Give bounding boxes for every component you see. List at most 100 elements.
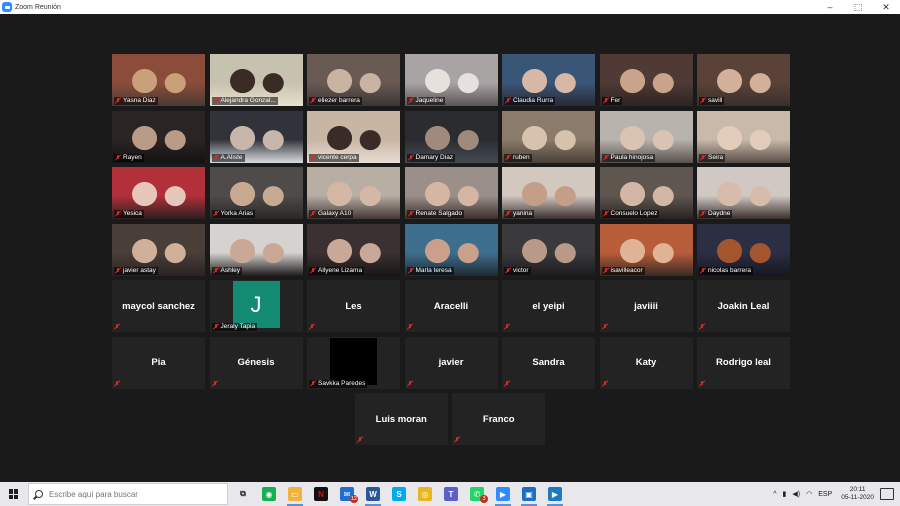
green-app-taskbar-button[interactable]: ◉ xyxy=(256,482,282,506)
participant-tile[interactable]: Sandra xyxy=(502,336,595,389)
close-button[interactable]: ✕ xyxy=(872,0,900,14)
tray-chevron-icon[interactable]: ^ xyxy=(773,491,776,498)
participant-tile[interactable]: Damary Diaz xyxy=(404,110,498,163)
participant-tile[interactable]: Renate Salgado xyxy=(404,167,498,219)
participant-tile[interactable]: Seira xyxy=(697,110,790,163)
participant-tile[interactable]: Consuelo Lopez xyxy=(599,167,693,219)
teams-taskbar-button[interactable]: T xyxy=(438,482,464,506)
notification-center-icon[interactable] xyxy=(880,488,894,500)
participant-tile[interactable]: eliezer barrera xyxy=(307,54,400,106)
participant-name-label: Renate Salgado xyxy=(406,210,465,218)
muted-mic-icon xyxy=(699,380,705,387)
media-player-taskbar-button[interactable]: ▶ xyxy=(542,482,568,506)
clock-date: 05-11-2020 xyxy=(841,494,874,501)
participant-tile[interactable]: Luis moran xyxy=(354,393,448,445)
participant-tile[interactable]: ruben xyxy=(502,110,595,163)
participant-tile[interactable]: A.Aliste xyxy=(209,110,303,163)
muted-mic-icon xyxy=(700,211,706,217)
participant-tile[interactable]: Yasna Diaz xyxy=(112,54,205,106)
participant-tile[interactable]: javier xyxy=(404,336,498,389)
participant-name: Aracelli xyxy=(433,300,469,312)
participant-name: Rayen xyxy=(123,153,142,161)
zoom-taskbar-button[interactable]: ▶ xyxy=(490,482,516,506)
participant-name-label: Claudia Rurra xyxy=(504,97,556,105)
participant-tile[interactable]: javiiii xyxy=(599,280,693,332)
wifi-icon[interactable]: ◠ xyxy=(806,490,812,498)
participant-name: A.Aliste xyxy=(220,153,243,161)
participant-tile[interactable]: Yorka Arias xyxy=(209,167,303,219)
clock-time: 20:11 xyxy=(849,486,866,493)
language-indicator[interactable]: ESP xyxy=(818,491,832,498)
start-button[interactable] xyxy=(0,482,28,506)
participant-tile[interactable]: isavilleacor xyxy=(599,223,693,276)
media-player-icon: ▶ xyxy=(548,487,562,501)
participant-tile[interactable]: el yeipi xyxy=(502,280,595,332)
taskbar-search[interactable] xyxy=(28,483,228,505)
participant-tile[interactable]: vicente cerpa xyxy=(307,110,400,163)
file-explorer-taskbar-button[interactable]: ▭ xyxy=(282,482,308,506)
task-view-taskbar-button[interactable]: ⧉ xyxy=(230,482,256,506)
maximize-button[interactable]: ⬚ xyxy=(844,0,872,14)
participant-name: nicolas barrera xyxy=(708,266,751,274)
skype-taskbar-button[interactable]: S xyxy=(386,482,412,506)
muted-mic-icon xyxy=(504,380,510,387)
zoom-icon: ▶ xyxy=(496,487,510,501)
participant-tile[interactable]: Les xyxy=(307,280,400,332)
participant-name: maycol sanchez xyxy=(122,300,195,312)
participant-tile[interactable]: savill xyxy=(697,54,790,106)
participant-tile[interactable]: Génesis xyxy=(209,336,303,389)
participant-tile[interactable]: Aracelli xyxy=(404,280,498,332)
chrome-taskbar-button[interactable]: ◎ xyxy=(412,482,438,506)
participant-name: isavilleacor xyxy=(610,266,643,274)
participant-tile[interactable]: Rodrigo leal xyxy=(697,336,790,389)
participant-name-label: Paula hinojosa xyxy=(601,153,656,162)
participant-tile[interactable]: Joakin Leal xyxy=(697,280,790,332)
participant-name: Yorka Arias xyxy=(220,210,254,217)
participant-tile[interactable]: Daydne xyxy=(697,167,790,219)
participant-tile[interactable]: Alejandra Gonzal... xyxy=(209,54,303,106)
muted-mic-icon xyxy=(699,324,705,330)
participant-tile[interactable]: Pia xyxy=(112,336,205,389)
volume-icon[interactable]: ◀) xyxy=(792,490,800,498)
participant-tile[interactable]: Paula hinojosa xyxy=(599,110,693,163)
participant-tile[interactable]: yanina xyxy=(502,167,595,219)
participant-tile[interactable]: Franco xyxy=(452,393,546,445)
participant-tile[interactable]: Fer xyxy=(599,54,693,106)
participant-tile[interactable]: Allyene Lizama xyxy=(307,223,400,276)
participant-name-label: Yesica xyxy=(114,210,144,218)
participant-tile[interactable]: maycol sanchez xyxy=(112,280,205,332)
participant-tile[interactable]: Galaxy A10 xyxy=(307,167,400,219)
participant-tile[interactable]: Marla teresa xyxy=(404,223,498,276)
window-controls: – ⬚ ✕ xyxy=(816,0,900,14)
participant-tile[interactable]: J Jeraly Tapia xyxy=(209,280,303,332)
participant-name: Yesica xyxy=(123,210,142,217)
participant-name-label: Consuelo Lopez xyxy=(601,210,660,218)
participant-tile[interactable]: Katy xyxy=(599,336,693,389)
taskbar-search-input[interactable] xyxy=(49,489,219,499)
participant-name: Marla teresa xyxy=(415,266,452,274)
participant-name: el yeipi xyxy=(532,300,565,312)
muted-mic-icon xyxy=(408,154,414,161)
participant-tile[interactable]: nicolas barrera xyxy=(697,223,790,276)
mail-taskbar-button[interactable]: ✉ 12 xyxy=(334,482,360,506)
participant-tile[interactable]: Claudia Rurra xyxy=(502,54,595,106)
muted-mic-icon xyxy=(505,98,511,104)
participant-tile[interactable]: Jaqueline xyxy=(404,54,498,106)
participant-tile[interactable]: Savkka Paredes xyxy=(307,336,400,389)
photos-taskbar-button[interactable]: ▣ xyxy=(516,482,542,506)
muted-mic-icon xyxy=(114,380,120,387)
participant-name-label: eliezer barrera xyxy=(309,97,362,105)
participant-tile[interactable]: javier astay xyxy=(112,223,205,276)
participant-tile[interactable]: victor xyxy=(502,223,595,276)
taskbar-clock[interactable]: 20:11 05-11-2020 xyxy=(841,486,874,502)
participant-tile[interactable]: Ashley xyxy=(209,223,303,276)
participant-tile[interactable]: Yesica xyxy=(112,167,205,219)
participant-tile[interactable]: Rayen xyxy=(112,110,205,163)
network-icon[interactable]: ▮ xyxy=(783,490,787,498)
netflix-taskbar-button[interactable]: N xyxy=(308,482,334,506)
whatsapp-taskbar-button[interactable]: ✆ 3 xyxy=(464,482,490,506)
word-taskbar-button[interactable]: W xyxy=(360,482,386,506)
participant-name: Fer xyxy=(610,97,621,104)
minimize-button[interactable]: – xyxy=(816,0,844,14)
participant-name-label: isavilleacor xyxy=(601,266,645,275)
